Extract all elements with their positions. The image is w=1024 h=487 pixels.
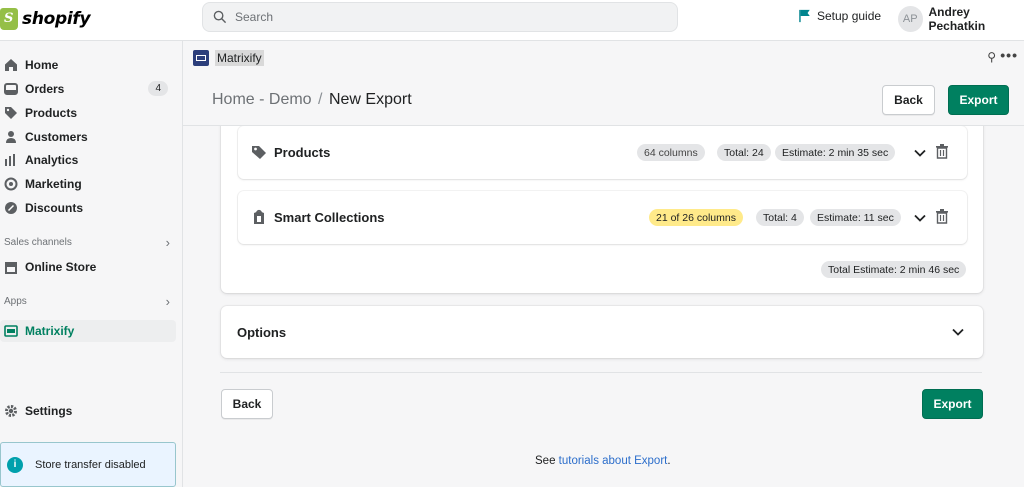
footer-suffix: . <box>667 455 671 467</box>
tag-icon <box>4 106 18 120</box>
chevron-right-icon: › <box>165 235 170 250</box>
sales-channels-label: Sales channels <box>4 237 72 248</box>
sidebar-item-matrixify[interactable]: Matrixify <box>0 320 176 342</box>
breadcrumb-parent[interactable]: Home - Demo <box>212 91 312 108</box>
discount-icon <box>4 201 18 215</box>
sidebar-item-customers[interactable]: Customers <box>0 126 176 148</box>
sidebar-item-home[interactable]: Home <box>0 54 176 76</box>
export-item-title: Smart Collections <box>274 210 385 225</box>
footer-help-text: See tutorials about Export. <box>535 455 671 467</box>
columns-badge[interactable]: 64 columns <box>637 144 705 161</box>
more-actions-icon[interactable]: ••• <box>1000 47 1018 63</box>
shopify-logo[interactable]: shopify <box>0 6 91 32</box>
sidebar-item-label: Marketing <box>25 177 82 191</box>
flag-icon <box>799 9 810 23</box>
page-title: New Export <box>328 91 412 108</box>
tag-icon <box>252 146 266 159</box>
export-items-card: Products 64 columns Total: 24 Estimate: … <box>221 126 983 293</box>
sidebar-item-orders[interactable]: Orders 4 <box>0 78 176 100</box>
export-item-products[interactable]: Products 64 columns Total: 24 Estimate: … <box>238 126 967 179</box>
total-badge: Total: 4 <box>756 209 804 226</box>
user-menu[interactable]: AP Andrey Pechatkin <box>898 5 1024 33</box>
bar-chart-icon <box>4 153 18 167</box>
app-title-bar: Matrixify ⚲ ••• <box>183 41 1024 75</box>
orders-count-badge: 4 <box>148 81 168 96</box>
store-transfer-notice[interactable]: i Store transfer disabled <box>0 442 176 487</box>
sidebar-item-label: Customers <box>25 130 88 144</box>
pin-icon[interactable]: ⚲ <box>987 50 996 64</box>
top-bar: shopify Setup guide AP Andrey Pechatkin <box>0 0 1024 41</box>
gear-icon <box>4 404 18 418</box>
setup-guide-button[interactable]: Setup guide <box>798 9 881 23</box>
shopify-bag-icon <box>0 8 18 30</box>
divider <box>220 372 982 373</box>
sidebar-item-label: Products <box>25 106 78 120</box>
user-name: Andrey Pechatkin <box>928 5 986 33</box>
options-card[interactable]: Options <box>221 306 983 358</box>
info-icon: i <box>7 456 23 473</box>
search-input[interactable] <box>235 10 635 24</box>
chevron-down-icon[interactable] <box>913 211 927 225</box>
sidebar: Home Orders 4 Products Customers Analyti… <box>0 41 183 487</box>
sales-channels-heading[interactable]: Sales channels › <box>4 235 170 250</box>
sidebar-item-label: Orders <box>25 82 65 96</box>
breadcrumb-separator: / <box>318 91 323 108</box>
sidebar-item-label: Analytics <box>25 153 79 167</box>
options-title: Options <box>237 325 287 340</box>
app-name: Matrixify <box>215 50 264 66</box>
export-item-title: Products <box>274 145 331 160</box>
export-button-bottom[interactable]: Export <box>922 389 983 419</box>
main-content: Products 64 columns Total: 24 Estimate: … <box>183 126 1024 487</box>
sidebar-item-marketing[interactable]: Marketing <box>0 173 176 195</box>
sidebar-item-settings[interactable]: Settings <box>0 400 176 422</box>
collection-icon <box>254 209 264 224</box>
breadcrumb: Home - Demo / New Export <box>212 91 412 109</box>
total-badge: Total: 24 <box>717 144 771 161</box>
target-icon <box>4 177 18 191</box>
tutorials-link[interactable]: tutorials about Export <box>559 455 668 467</box>
avatar: AP <box>898 6 923 32</box>
setup-guide-label: Setup guide <box>817 9 882 23</box>
apps-label: Apps <box>4 296 27 307</box>
export-item-smart-collections[interactable]: Smart Collections 21 of 26 columns Total… <box>238 191 967 244</box>
footer-prefix: See <box>535 455 559 467</box>
estimate-badge: Estimate: 11 sec <box>810 209 901 226</box>
home-icon <box>4 58 18 72</box>
sidebar-item-products[interactable]: Products <box>0 102 176 124</box>
sidebar-item-label: Online Store <box>25 260 97 274</box>
orders-icon <box>4 82 18 96</box>
trash-icon[interactable] <box>935 208 949 224</box>
chevron-right-icon: › <box>165 294 170 309</box>
sidebar-item-label: Settings <box>25 404 73 418</box>
back-button-bottom[interactable]: Back <box>221 389 273 419</box>
sidebar-item-discounts[interactable]: Discounts <box>0 197 176 219</box>
estimate-badge: Estimate: 2 min 35 sec <box>775 144 896 161</box>
sidebar-item-online-store[interactable]: Online Store <box>0 256 176 278</box>
brand-name: shopify <box>22 9 91 29</box>
search-bar[interactable] <box>202 2 678 32</box>
store-transfer-label: Store transfer disabled <box>35 458 146 471</box>
columns-badge[interactable]: 21 of 26 columns <box>649 209 743 226</box>
export-button[interactable]: Export <box>948 85 1009 115</box>
page-header: Home - Demo / New Export Back Export <box>183 75 1024 126</box>
total-estimate-badge: Total Estimate: 2 min 46 sec <box>821 261 967 278</box>
store-icon <box>4 260 18 274</box>
sidebar-item-label: Home <box>25 58 59 72</box>
back-button[interactable]: Back <box>882 85 935 115</box>
matrixify-app-icon <box>4 324 18 338</box>
chevron-down-icon[interactable] <box>951 325 965 339</box>
matrixify-logo-icon <box>193 50 209 66</box>
person-icon <box>4 130 18 144</box>
sidebar-item-analytics[interactable]: Analytics <box>0 149 176 171</box>
apps-heading[interactable]: Apps › <box>4 294 170 309</box>
trash-icon[interactable] <box>935 143 949 159</box>
sidebar-item-label: Matrixify <box>25 324 75 338</box>
sidebar-item-label: Discounts <box>25 201 84 215</box>
search-icon <box>213 10 227 24</box>
chevron-down-icon[interactable] <box>913 146 927 160</box>
